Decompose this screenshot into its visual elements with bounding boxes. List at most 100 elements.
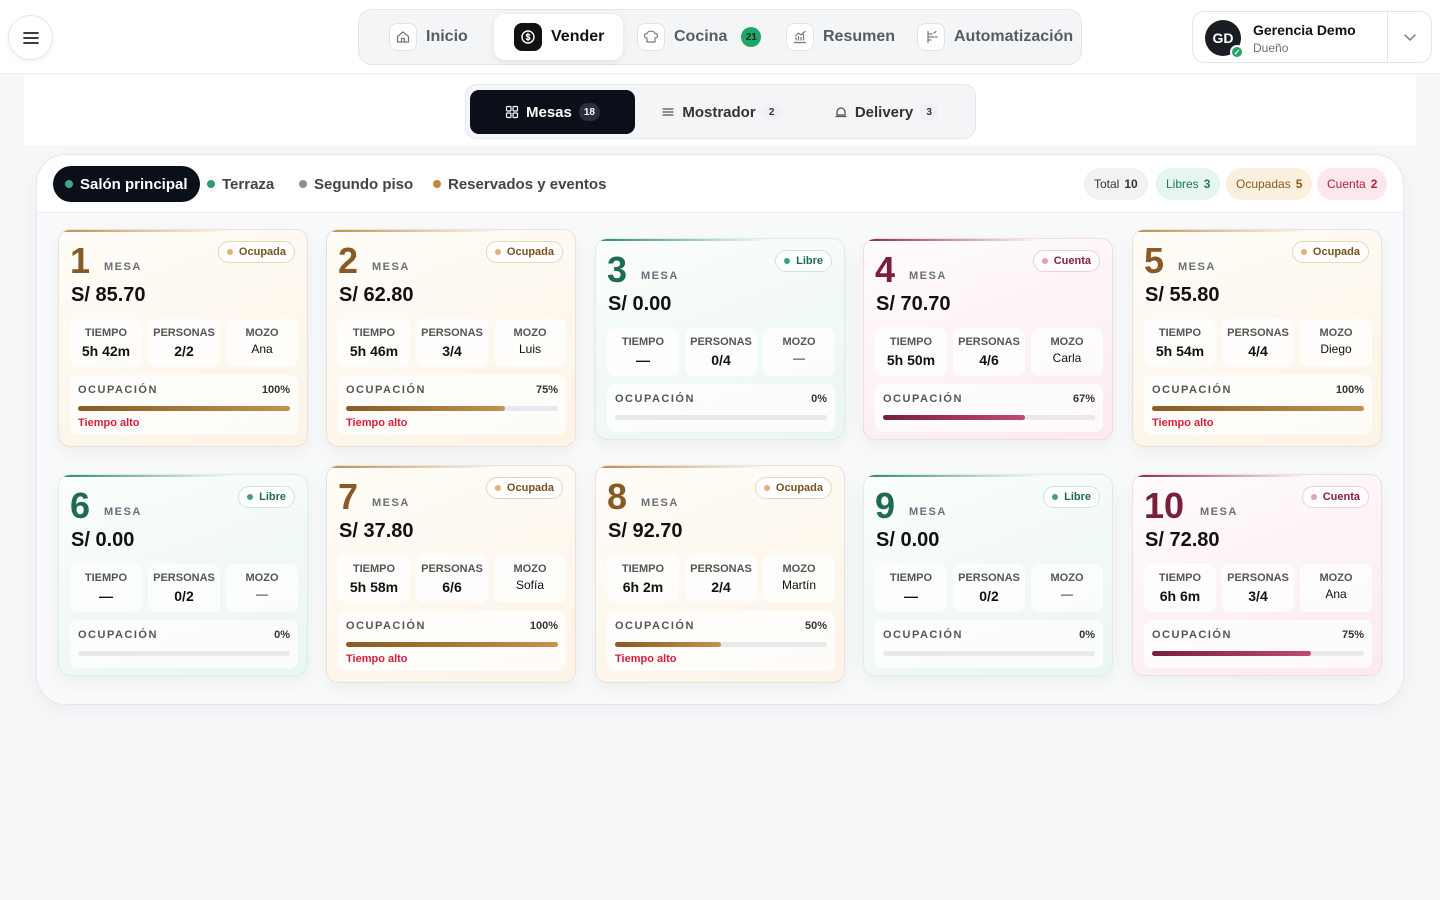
table-number: 6 [70,485,91,526]
occupancy-percent: 0% [1079,629,1095,641]
table-number: 2 [338,240,359,281]
table-card[interactable]: 4 MESA S/ 70.70 Cuenta TIEMPO 5h 50m PERSONAS 4… [863,238,1113,440]
status-line [864,475,1112,477]
table-number: 4 [875,249,896,290]
zone-terraza[interactable]: Terraza [207,166,274,202]
occupancy-percent: 50% [804,620,827,632]
mesa-label: MESA [909,506,947,518]
table-card[interactable]: 2 MESA S/ 62.80 Ocupada TIEMPO 5h 46m PERSONAS… [326,229,576,447]
tiempo-box: TIEMPO 5h 50m [875,328,947,376]
occupancy-bar [883,415,1095,420]
table-total: S/ 92.70 [608,520,683,542]
mozo-box: MOZO — [763,328,835,376]
status-line [59,230,307,232]
mozo-box: MOZO Ana [226,319,298,367]
divider [1387,12,1388,62]
automation-icon [917,23,945,51]
nav-resumen[interactable]: Resumen [786,14,895,60]
tiempo-box: TIEMPO 6h 6m [1144,564,1216,612]
table-card[interactable]: 8 MESA S/ 92.70 Ocupada TIEMPO 6h 2m PERSONAS 2… [595,465,845,683]
occupancy-percent: 0% [811,393,827,405]
occupancy-percent: 100% [261,384,290,396]
tab-mesas[interactable]: Mesas 18 [470,90,635,134]
table-total: S/ 55.80 [1145,284,1220,306]
personas-box: PERSONAS 0/2 [148,564,220,612]
tiempo-box: TIEMPO 5h 42m [70,319,142,367]
status-badge: Ocupada [217,241,295,263]
zone-salon-principal[interactable]: Salón principal [53,166,200,202]
personas-box: PERSONAS 4/6 [953,328,1025,376]
table-total: S/ 70.70 [876,293,951,315]
personas-box: PERSONAS 3/4 [1222,564,1294,612]
personas-box: PERSONAS 6/6 [416,555,488,603]
table-card[interactable]: 6 MESA S/ 0.00 Libre TIEMPO — PERSONAS 0/2 MOZO —… [58,474,308,676]
occupancy-fill [78,406,290,411]
occupancy-box: OCUPACIÓN 0% [70,620,298,668]
user-menu[interactable]: GD ✓ Gerencia Demo Dueño [1192,11,1432,63]
table-card[interactable]: 9 MESA S/ 0.00 Libre TIEMPO — PERSONAS 0/2 MOZO —… [863,474,1113,676]
tab-delivery[interactable]: Delivery 3 [806,90,966,134]
occupancy-bar [346,642,558,647]
user-role: Dueño [1253,41,1289,55]
occupancy-box: OCUPACIÓN 50% Tiempo alto [607,611,835,671]
status-badge: Ocupada [754,477,832,499]
tab-count: 3 [920,103,939,121]
grid-icon [505,105,519,119]
status-line [864,239,1112,241]
chevron-down-icon[interactable] [1403,27,1417,52]
status-line [1133,230,1381,232]
personas-box: PERSONAS 3/4 [416,319,488,367]
status-badge: Libre [238,486,295,508]
table-card[interactable]: 3 MESA S/ 0.00 Libre TIEMPO — PERSONAS 0/4 MOZO —… [595,238,845,440]
personas-box: PERSONAS 2/2 [148,319,220,367]
nav-vender[interactable]: Vender [494,14,623,60]
tab-mostrador[interactable]: Mostrador 2 [641,90,801,134]
tab-count: 2 [762,103,781,121]
nav-inicio[interactable]: Inicio [389,14,468,60]
occupancy-fill [1152,651,1311,656]
mozo-box: MOZO — [1031,564,1103,612]
occupancy-bar [1152,651,1364,656]
table-card[interactable]: 10 MESA S/ 72.80 Cuenta TIEMPO 6h 6m PERSONAS 3… [1132,474,1382,676]
main-nav: Inicio Vender Cocina 21 Resumen Automati… [358,9,1082,65]
tiempo-box: TIEMPO — [70,564,142,612]
occupancy-percent: 75% [1341,629,1364,641]
hamburger-icon [22,31,39,44]
mesa-label: MESA [1178,261,1216,273]
home-icon [389,23,417,51]
status-badge: Libre [1043,486,1100,508]
menu-button[interactable] [8,15,53,60]
alert-text: Tiempo alto [615,653,677,665]
zone-segundo-piso[interactable]: Segundo piso [299,166,413,202]
mozo-box: MOZO Sofía [494,555,566,603]
mesa-label: MESA [104,506,142,518]
alert-text: Tiempo alto [1152,417,1214,429]
table-card[interactable]: 5 MESA S/ 55.80 Ocupada TIEMPO 5h 54m PERSONAS… [1132,229,1382,447]
mozo-box: MOZO Martín [763,555,835,603]
occupancy-label: OCUPACIÓN [883,629,963,641]
zone-reservados[interactable]: Reservados y eventos [433,166,606,202]
occupancy-fill [346,406,505,411]
table-card[interactable]: 7 MESA S/ 37.80 Ocupada TIEMPO 5h 58m PERSONAS… [326,465,576,683]
mode-tabs: Mesas 18 Mostrador 2 Delivery 3 [465,84,976,139]
occupancy-label: OCUPACIÓN [1152,629,1232,641]
occupancy-fill [615,642,721,647]
occupancy-bar [883,651,1095,656]
nav-automatizacion[interactable]: Automatización [917,14,1073,60]
mozo-box: MOZO Ana [1300,564,1372,612]
tab-label: Mesas [526,103,572,121]
occupancy-percent: 100% [1335,384,1364,396]
occupancy-label: OCUPACIÓN [615,393,695,405]
tiempo-box: TIEMPO 5h 58m [338,555,410,603]
alert-text: Tiempo alto [78,417,140,429]
mesa-label: MESA [909,270,947,282]
status-badge: Ocupada [1291,241,1369,263]
nav-label: Automatización [954,28,1074,45]
status-line [1133,475,1381,477]
occupancy-label: OCUPACIÓN [78,629,158,641]
floor-panel: Salón principal Terraza Segundo piso Res… [36,154,1404,705]
nav-cocina[interactable]: Cocina 21 [637,14,762,60]
table-card[interactable]: 1 MESA S/ 85.70 Ocupada TIEMPO 5h 42m PERSONAS… [58,229,308,447]
tab-count: 18 [578,103,600,121]
occupancy-label: OCUPACIÓN [615,620,695,632]
